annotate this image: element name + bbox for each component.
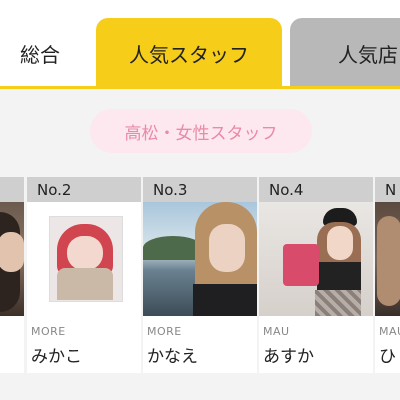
tab-label: 人気店 bbox=[338, 42, 398, 67]
staff-card[interactable]: No.4 MAU あすか bbox=[259, 177, 373, 373]
tab-general[interactable]: 総合 bbox=[0, 18, 88, 88]
staff-name: みかこ bbox=[31, 347, 82, 367]
pill-label: 高松・女性スタッフ bbox=[124, 123, 278, 144]
staff-photo bbox=[259, 202, 373, 316]
card-rank bbox=[0, 177, 24, 202]
staff-name: ひ bbox=[379, 347, 396, 367]
tab-popular-shop[interactable]: 人気店 bbox=[290, 18, 400, 88]
staff-name: かなえ bbox=[147, 347, 198, 367]
tab-label: 人気スタッフ bbox=[129, 42, 249, 67]
staff-card[interactable]: No.3 MORE かなえ bbox=[143, 177, 257, 373]
tab-bar: 総合 人気スタッフ 人気店 bbox=[0, 0, 400, 89]
staff-photo bbox=[0, 202, 24, 316]
store-name: MORE bbox=[147, 325, 182, 338]
staff-photo bbox=[27, 202, 141, 316]
card-rank: No.2 bbox=[27, 177, 141, 202]
staff-card[interactable]: No.2 MORE みかこ bbox=[27, 177, 141, 373]
tab-label: 総合 bbox=[20, 42, 60, 67]
staff-name: あすか bbox=[263, 347, 314, 367]
staff-photo bbox=[375, 202, 400, 316]
store-name: MAU bbox=[263, 325, 290, 338]
staff-card[interactable] bbox=[0, 177, 24, 373]
staff-photo bbox=[143, 202, 257, 316]
area-filter-pill[interactable]: 高松・女性スタッフ bbox=[90, 109, 312, 153]
staff-card[interactable]: N MAU ひ bbox=[375, 177, 400, 373]
store-name: MAU bbox=[379, 325, 400, 338]
card-rank: No.4 bbox=[259, 177, 373, 202]
card-rank: N bbox=[375, 177, 400, 202]
content-area: 高松・女性スタッフ No.2 MORE みかこ No.3 MORE かなえ No… bbox=[0, 89, 400, 400]
store-name: MORE bbox=[31, 325, 66, 338]
ranking-page: 総合 人気スタッフ 人気店 高松・女性スタッフ No.2 MORE みかこ No… bbox=[0, 0, 400, 400]
staff-card-carousel[interactable]: No.2 MORE みかこ No.3 MORE かなえ No.4 MAU あすか… bbox=[0, 177, 400, 373]
tab-popular-staff[interactable]: 人気スタッフ bbox=[96, 18, 282, 88]
card-rank: No.3 bbox=[143, 177, 257, 202]
